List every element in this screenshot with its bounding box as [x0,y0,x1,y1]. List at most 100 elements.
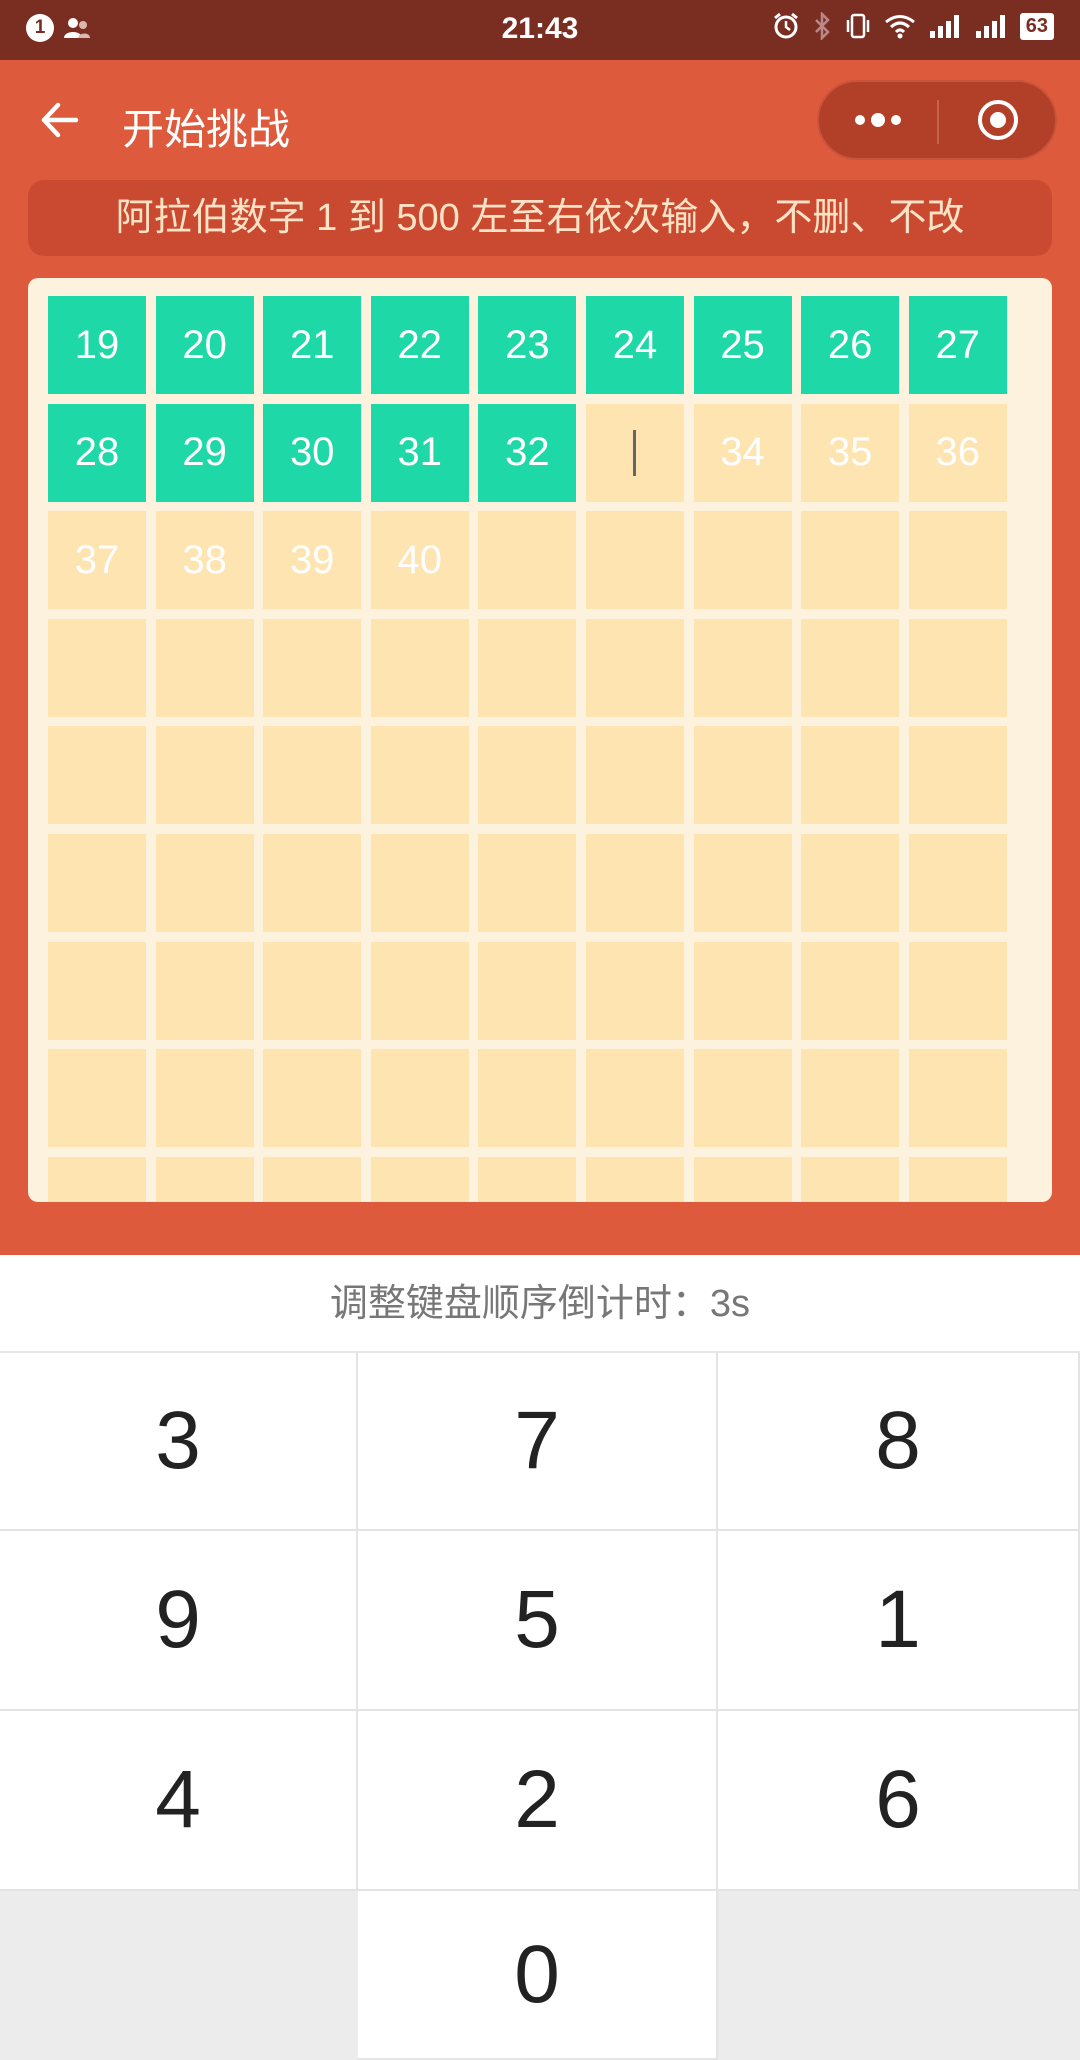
grid-cell-empty [155,726,254,825]
grid-cell-empty [370,1049,469,1148]
bluetooth-icon [814,12,830,40]
grid-cell-empty [801,726,900,825]
mini-program-capsule [817,80,1057,160]
grid-cell-completed: 19 [48,296,146,394]
grid-cell-empty [370,833,469,932]
key-button[interactable]: 1 [718,1531,1080,1711]
grid-cell-empty [585,1049,684,1148]
grid-cell-empty [908,941,1007,1040]
grid-cell-empty [263,833,362,932]
grid-cell-empty [478,941,577,1040]
grid-cell-empty [155,618,254,717]
key-button[interactable]: 5 [358,1531,718,1711]
keyboard-countdown: 调整键盘顺序倒计时：3s [0,1255,1080,1353]
grid-cell-empty [693,833,792,932]
grid-cell-empty [155,1156,254,1202]
grid-cell-empty [801,833,900,932]
target-close-icon [978,100,1018,140]
grid-cell-empty [48,726,146,825]
grid-cell-completed: 32 [478,403,577,502]
grid-cell-empty [263,726,362,825]
signal-icon [929,15,959,38]
grid-cell-empty [693,1156,792,1202]
grid-cell-upcoming: 36 [908,403,1007,502]
grid-cell-completed: 25 [693,296,792,394]
grid-cell-empty [908,833,1007,932]
more-button[interactable] [819,82,937,158]
grid-cell-empty [370,618,469,717]
grid-cell-empty [478,833,577,932]
status-right: 63 [772,12,1054,40]
grid-cell-empty [370,941,469,1040]
grid-cell-empty [801,941,900,1040]
grid-cell-empty [48,1049,146,1148]
grid-cell-input[interactable] [585,403,684,502]
grid-cell-empty [155,1049,254,1148]
grid-cell-empty [478,726,577,825]
grid-cell-upcoming: 37 [48,511,146,610]
grid-cell-completed: 20 [155,296,254,394]
grid-cell-empty [478,618,577,717]
keypad-blank [718,1891,1080,2060]
grid-cell-empty [370,726,469,825]
grid-cell-empty [908,618,1007,717]
grid-cell-empty [585,833,684,932]
grid-cell-empty [801,618,900,717]
grid-cell-completed: 31 [370,403,469,502]
grid-cell-empty [801,1156,900,1202]
grid-cell-upcoming: 39 [263,511,362,610]
grid-cell-empty [908,1156,1007,1202]
key-button[interactable]: 0 [358,1891,718,2060]
grid-cell-upcoming: 40 [370,511,469,610]
game-header: 开始挑战 阿拉伯数字 1 到 500 左至右依次输入，不删、不改 19 20 21 2… [0,60,1080,1255]
grid-cell-empty [48,833,146,932]
grid-cell-empty [585,618,684,717]
wifi-icon [884,15,915,39]
grid-cell-empty [908,511,1007,610]
grid-cell-empty [48,618,146,717]
grid-cell-empty [693,1049,792,1148]
grid-cell-completed: 23 [478,296,577,394]
grid-cell-empty [263,941,362,1040]
key-button[interactable]: 3 [0,1353,358,1531]
page-title: 开始挑战 [122,106,291,153]
alarm-icon [773,12,798,39]
key-button[interactable]: 6 [718,1711,1080,1891]
grid-cell-empty [585,726,684,825]
grid-cell-upcoming: 34 [693,403,792,502]
key-button[interactable]: 4 [0,1711,358,1891]
grid-cell-completed: 30 [263,403,362,502]
grid-cell-empty [908,1049,1007,1148]
key-button[interactable]: 9 [0,1531,358,1711]
number-grid: 19 20 21 22 23 24 25 26 27 28 29 30 31 32 34 35 36 37 38 39… [48,296,1007,1202]
grid-cell-empty [263,1049,362,1148]
key-button[interactable]: 2 [358,1711,718,1891]
vibrate-icon [846,13,869,39]
number-keypad: 3 7 8 9 5 1 4 2 6 0 [0,1353,1080,2060]
grid-cell-empty [585,1156,684,1202]
grid-cell-empty [370,1156,469,1202]
grid-cell-empty [478,511,577,610]
key-button[interactable]: 7 [358,1353,718,1531]
grid-cell-empty [155,833,254,932]
grid-cell-completed: 22 [370,296,469,394]
grid-cell-empty [693,941,792,1040]
grid-cell-completed: 29 [155,403,254,502]
back-arrow-icon[interactable] [36,95,86,145]
more-dots-icon [855,113,901,127]
grid-cell-empty [478,1049,577,1148]
grid-cell-completed: 28 [48,403,146,502]
instruction-banner: 阿拉伯数字 1 到 500 左至右依次输入，不删、不改 [28,180,1052,256]
status-bar: 1 21:43 63 [0,0,1080,60]
signal-2-icon [975,15,1005,38]
input-caret [633,429,637,476]
key-button[interactable]: 8 [718,1353,1080,1531]
grid-cell-empty [585,511,684,610]
grid-cell-empty [155,941,254,1040]
close-button[interactable] [939,82,1057,158]
grid-cell-empty [801,1049,900,1148]
grid-cell-empty [263,618,362,717]
grid-cell-empty [585,941,684,1040]
grid-cell-completed: 21 [263,296,362,394]
grid-cell-empty [263,1156,362,1202]
